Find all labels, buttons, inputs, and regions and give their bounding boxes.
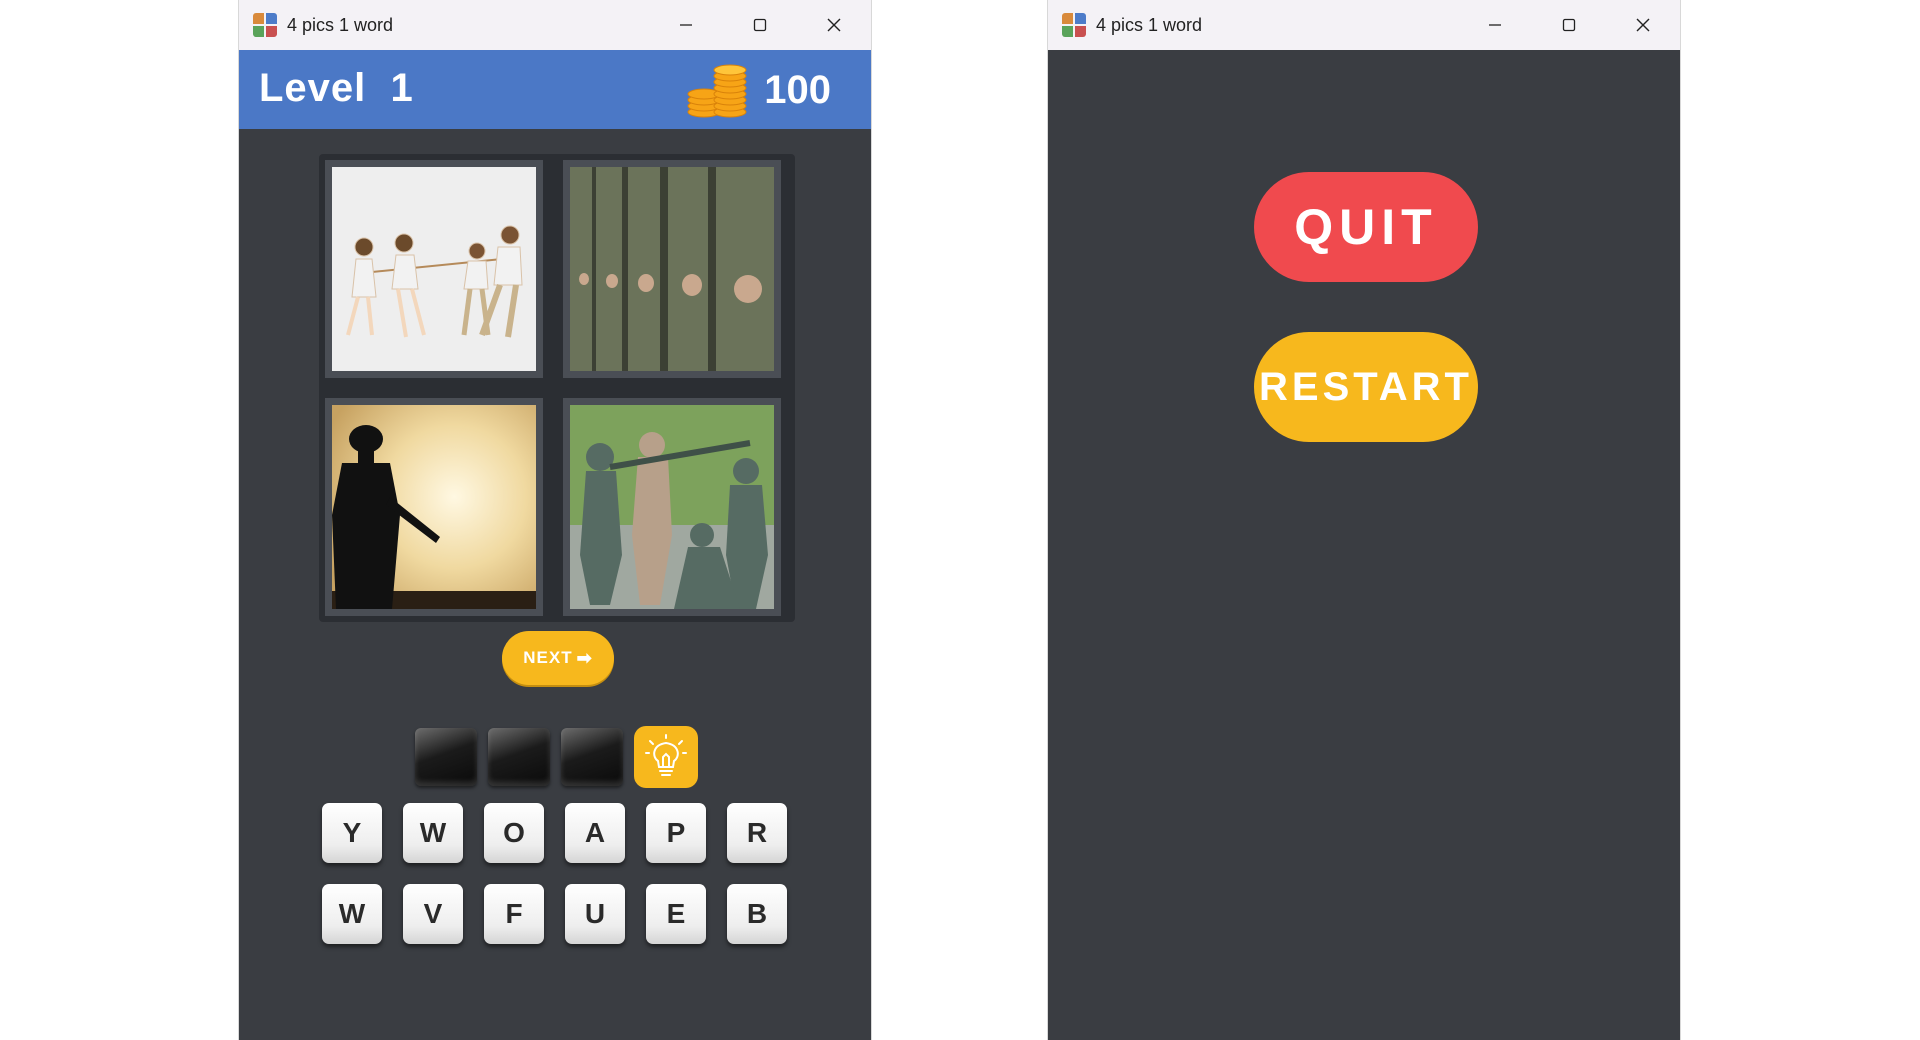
next-button[interactable]: NEXT ➡: [502, 631, 614, 685]
minimize-icon[interactable]: [649, 0, 723, 50]
maximize-icon[interactable]: [723, 0, 797, 50]
letter-key[interactable]: U: [565, 884, 625, 944]
answer-slot[interactable]: [561, 728, 623, 786]
close-icon[interactable]: [797, 0, 871, 50]
restart-button[interactable]: RESTART: [1254, 332, 1478, 442]
app-icon: [253, 13, 277, 37]
quit-button[interactable]: QUIT: [1254, 172, 1478, 282]
letter-key[interactable]: B: [727, 884, 787, 944]
window-title: 4 pics 1 word: [287, 14, 394, 35]
window-title: 4 pics 1 word: [1096, 14, 1203, 35]
letter-row-1: Y W O A P R: [322, 803, 802, 863]
level-label: Level 1: [259, 66, 414, 110]
picture-children-tug-of-war[interactable]: [325, 160, 543, 378]
picture-grid: [319, 154, 795, 622]
letter-key[interactable]: P: [646, 803, 706, 863]
minimize-icon[interactable]: [1458, 0, 1532, 50]
app-icon: [1062, 13, 1086, 37]
next-label: NEXT: [523, 648, 573, 667]
coin-stack-icon: [687, 64, 747, 118]
picture-toy-army-men[interactable]: [563, 398, 781, 616]
picture-soldier-silhouette[interactable]: [325, 398, 543, 616]
lightbulb-icon: [645, 734, 687, 776]
coin-count: 100: [764, 67, 831, 112]
letter-key[interactable]: W: [403, 803, 463, 863]
answer-slot[interactable]: [415, 728, 477, 786]
title-bar[interactable]: 4 pics 1 word: [239, 0, 871, 50]
letter-key[interactable]: V: [403, 884, 463, 944]
maximize-icon[interactable]: [1532, 0, 1606, 50]
menu-window: 4 pics 1 word QUIT RESTART: [1047, 0, 1681, 1040]
close-icon[interactable]: [1606, 0, 1680, 50]
letter-row-2: W V F U E B: [322, 884, 802, 944]
answer-slots: [415, 726, 698, 788]
coin-counter: 100: [686, 62, 831, 118]
game-header: Level 1 100: [239, 50, 871, 129]
title-bar[interactable]: 4 pics 1 word: [1048, 0, 1680, 50]
answer-slot[interactable]: [488, 728, 550, 786]
letter-key[interactable]: W: [322, 884, 382, 944]
game-window: 4 pics 1 word Level 1 100 NEXT ➡ Y W O A…: [238, 0, 872, 1040]
letter-key[interactable]: Y: [322, 803, 382, 863]
letter-key[interactable]: R: [727, 803, 787, 863]
letter-key[interactable]: A: [565, 803, 625, 863]
letter-key[interactable]: F: [484, 884, 544, 944]
arrow-right-icon: ➡: [576, 647, 593, 668]
letter-key[interactable]: O: [484, 803, 544, 863]
letter-key[interactable]: E: [646, 884, 706, 944]
hint-button[interactable]: [634, 726, 698, 788]
picture-soldiers-in-line[interactable]: [563, 160, 781, 378]
